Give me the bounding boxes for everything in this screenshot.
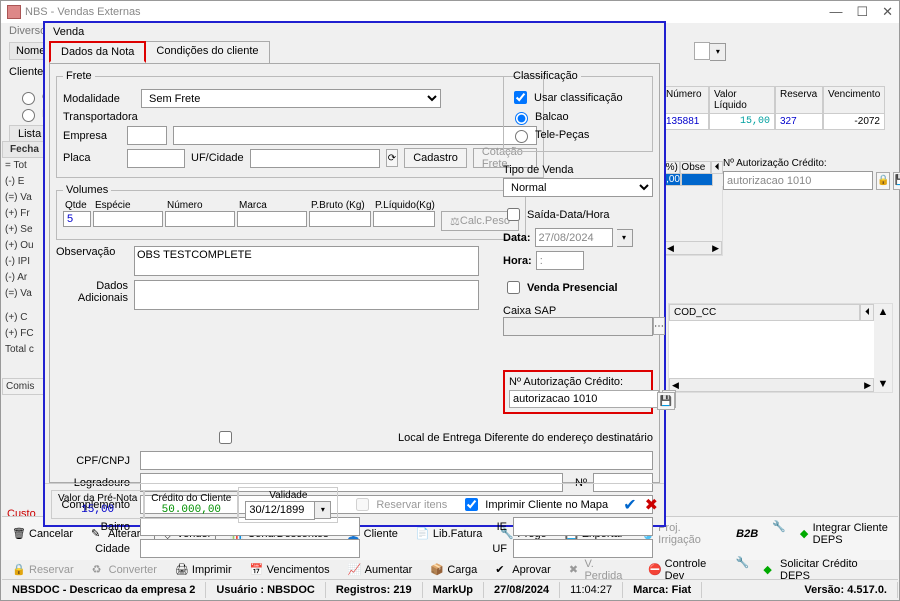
main-titlebar: NBS - Vendas Externas — ☐ ✕ [1,1,899,23]
radio-balcao[interactable]: Balcao [510,109,646,125]
marca-input[interactable] [237,211,307,227]
codcc-grid: COD_CC ⏴ ◀▶ ▲ ▼ [668,303,893,393]
chevron-down-icon[interactable]: ▾ [315,501,331,519]
cargo-icon [430,563,444,577]
caixa-sap-browse-icon[interactable]: ⋯ [653,317,665,335]
up-icon [348,563,362,577]
dados-adicionais-textarea[interactable] [134,280,479,310]
dev-icon [648,563,662,577]
window-title: NBS - Vendas Externas [25,6,141,18]
local-entrega-check[interactable]: Local de Entrega Diferente do endereço d… [56,428,653,447]
empresa-code-input[interactable] [127,126,167,145]
modalidade-select[interactable]: Sem Frete [141,89,441,108]
scroll-down-icon[interactable]: ▼ [878,378,889,390]
close-button[interactable]: ✕ [882,4,893,20]
placa-input[interactable] [127,149,185,168]
toolbar-integrar-cliente-deps[interactable]: Integrar Cliente DEPS [796,520,892,548]
combo-hint[interactable]: ▾ [694,42,726,61]
save-auth-icon[interactable]: 💾 [657,392,675,410]
integ-icon [800,527,810,541]
pbruto-input[interactable] [309,211,371,227]
reserve-icon [12,563,26,577]
reservar-itens-check: Reservar itens [352,495,447,514]
maximize-button[interactable]: ☐ [856,4,868,20]
toolbar-b2b[interactable]: B2B [715,520,762,548]
convert-icon [92,563,106,577]
venc-icon [250,563,264,577]
totals-sidebar: Fecha = Tot (-) E (=) Va (+) Fr (+) Se (… [2,141,47,510]
cancel-icon[interactable]: ✖ [645,495,658,515]
radio-telepecas[interactable]: Tele-Peças [510,127,646,143]
saida-data-hora-check[interactable]: Saída-Data/Hora [503,205,653,224]
tipo-venda-select[interactable]: Normal [503,178,653,197]
modal-title: Venda [45,23,664,41]
app-icon [7,5,21,19]
cpf-input[interactable] [140,451,653,470]
empresa-name-input[interactable] [173,126,537,145]
volumes-fieldset: Volumes Qtde Espécie Número Marca P.Brut… [56,184,526,240]
data-input[interactable] [535,228,613,247]
hora-input[interactable] [536,251,584,270]
calendar-icon[interactable]: ▾ [617,229,633,247]
minimize-button[interactable]: — [829,4,842,20]
refresh-icon[interactable]: ⟳ [386,149,399,167]
caixa-sap-input[interactable] [503,317,653,336]
approve-icon [495,563,509,577]
observacao-textarea[interactable] [134,246,479,276]
auth-credit-highlight: Nº Autorização Crédito: 🔒 💾 [503,370,653,414]
print-icon [175,563,189,577]
validade-input[interactable] [245,501,315,520]
b2b-icon [719,527,733,541]
tab-condicoes[interactable]: Condições do cliente [145,41,269,63]
notas-grid: Número Valor Líquido Reserva Vencimento … [661,86,893,130]
pliquido-input[interactable] [373,211,435,227]
scroll-up-icon[interactable]: ▲ [878,306,889,318]
usar-classificacao-check[interactable]: Usar classificação [510,88,646,107]
valor-prenota: 15,00 [81,504,114,516]
frete-fieldset: Frete Modalidade Sem Frete Transportador… [56,70,544,178]
auth-credit-right: Nº Autorização Crédito: 🔒 💾 [723,156,893,190]
cidade-input[interactable] [140,539,360,558]
classificacao-fieldset: Classificação Usar classificação Balcao … [503,70,653,152]
auth-credit-input[interactable] [509,390,659,408]
cadastro-button[interactable]: Cadastro [404,148,467,168]
lost-icon [569,563,582,577]
status-bar: NBSDOC - Descricao da empresa 2 Usuário … [2,579,898,599]
tab-dados-nota[interactable]: Dados da Nota [49,41,146,63]
save-auth-icon[interactable]: 💾 [893,172,900,190]
qtde-input[interactable] [63,211,91,227]
numero-vol-input[interactable] [165,211,235,227]
modal-footer: Valor da Pré-Nota 15,00 Crédito do Clien… [45,483,664,525]
imprimir-cliente-mapa-check[interactable]: Imprimir Cliente no Mapa [461,495,608,514]
lock-icon[interactable]: 🔒 [876,172,890,190]
tool-group-icon: 🔧 [772,520,786,548]
grid-numero[interactable]: 135881 [661,114,709,130]
trash-icon [12,527,26,541]
venda-presencial-check[interactable]: Venda Presencial [503,278,653,297]
solic-icon [763,563,777,577]
ufcidade-input[interactable] [250,149,380,168]
uf-input[interactable] [513,539,653,558]
auth-credit-right-input[interactable] [723,171,873,190]
especie-input[interactable] [93,211,163,227]
confirm-icon[interactable]: ✔ [623,495,636,515]
venda-modal: Venda Dados da Nota Condições do cliente… [43,21,666,527]
credito-cliente: 50.000,00 [162,504,221,516]
